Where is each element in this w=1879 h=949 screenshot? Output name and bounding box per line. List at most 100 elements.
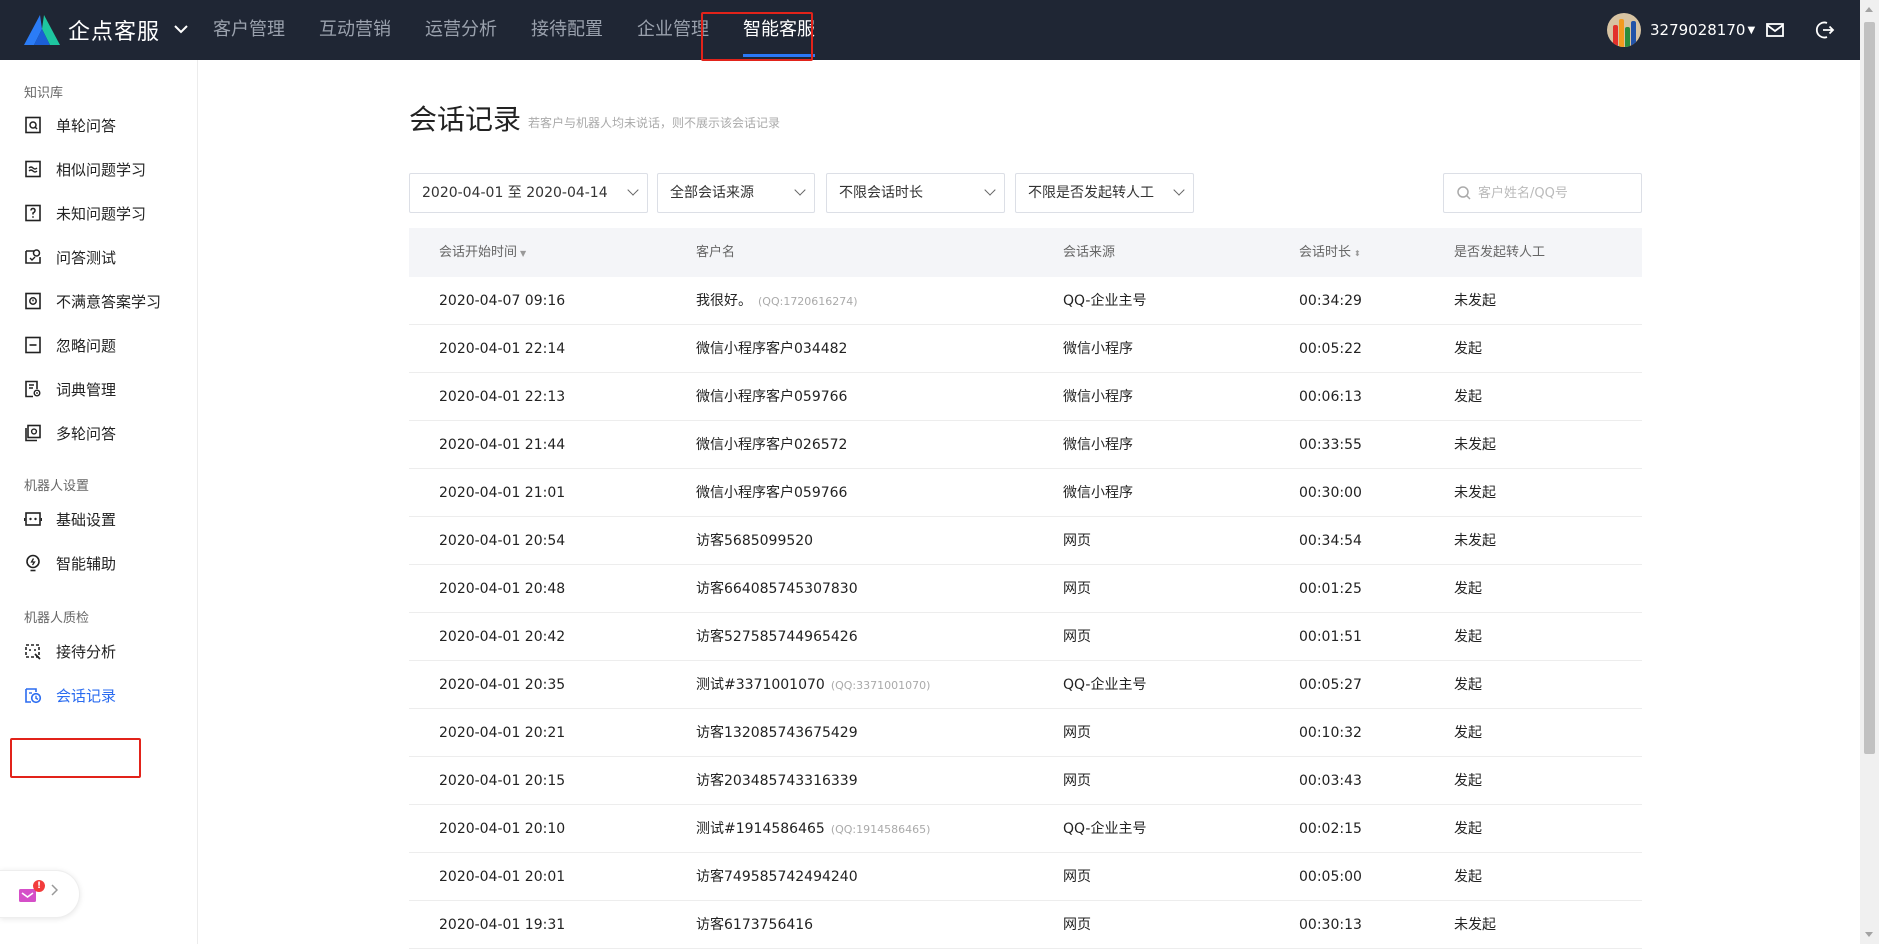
session-source: QQ-企业主号 bbox=[1063, 821, 1147, 837]
sidebar-item-unknown-questions[interactable]: 未知问题学习 bbox=[24, 199, 146, 227]
nav-customer-management[interactable]: 客户管理 bbox=[196, 0, 302, 60]
ignore-doc-icon bbox=[25, 336, 41, 354]
transfer-select[interactable]: 不限是否发起转人工 bbox=[1015, 173, 1194, 213]
sidebar-item-multi-turn-qa[interactable]: 多轮问答 bbox=[24, 419, 116, 447]
table-row[interactable]: 2020-04-01 21:01 微信小程序客户059766 微信小程序 00:30:… bbox=[409, 469, 1642, 517]
customer-qq: (QQ:1720616274) bbox=[758, 295, 858, 308]
customer-name-cell: 访客203485743316339 bbox=[696, 757, 858, 805]
transfer-select-value: 不限是否发起转人工 bbox=[1028, 185, 1154, 201]
lightbulb-icon bbox=[26, 554, 40, 572]
nav-marketing[interactable]: 互动营销 bbox=[302, 0, 408, 60]
nav-reception-config[interactable]: 接待配置 bbox=[514, 0, 620, 60]
sidebar-item-session-records[interactable]: 会话记录 bbox=[24, 681, 116, 709]
table-body: 2020-04-07 09:16 我很好。 (QQ:1720616274) QQ-企业… bbox=[409, 277, 1642, 949]
session-start-time: 2020-04-01 20:01 bbox=[439, 869, 566, 885]
customer-name-cell: 访客132085743675429 bbox=[696, 709, 858, 757]
chevron-down-icon bbox=[984, 184, 996, 196]
sidebar-item-label: 接待分析 bbox=[56, 642, 117, 661]
chevron-right-icon bbox=[50, 884, 59, 900]
table-row[interactable]: 2020-04-07 09:16 我很好。 (QQ:1720616274) QQ-企业… bbox=[409, 277, 1642, 325]
scrollbar-thumb[interactable] bbox=[1864, 22, 1875, 754]
table-row[interactable]: 2020-04-01 19:31 访客6173756416 网页 00:30:13 未发… bbox=[409, 901, 1642, 949]
page-subtitle: 若客户与机器人均未说话，则不展示该会话记录 bbox=[528, 116, 781, 130]
page-scrollbar[interactable] bbox=[1860, 0, 1879, 944]
sidebar-item-similar-questions[interactable]: 相似问题学习 bbox=[24, 155, 146, 183]
duration-select-value: 不限会话时长 bbox=[839, 185, 923, 201]
sidebar-item-basic-settings[interactable]: 基础设置 bbox=[24, 505, 116, 533]
customer-name: 访客6173756416 bbox=[696, 917, 814, 933]
scroll-up-icon[interactable] bbox=[1865, 7, 1873, 12]
table-row[interactable]: 2020-04-01 20:15 访客203485743316339 网页 00:03… bbox=[409, 757, 1642, 805]
sidebar-item-dictionary[interactable]: 词典管理 bbox=[24, 375, 116, 403]
session-source: 网页 bbox=[1063, 581, 1091, 597]
avatar bbox=[1607, 13, 1641, 47]
sidebar-item-label: 忽略问题 bbox=[56, 336, 117, 355]
column-start-time[interactable]: 会话开始时间 ▼ bbox=[439, 228, 526, 278]
customer-name-cell: 微信小程序客户026572 bbox=[696, 421, 847, 469]
session-duration: 00:34:29 bbox=[1299, 293, 1362, 309]
logout-icon[interactable] bbox=[1815, 20, 1835, 40]
mail-icon[interactable] bbox=[1765, 20, 1785, 40]
session-start-time: 2020-04-01 20:21 bbox=[439, 725, 566, 741]
session-start-time: 2020-04-01 19:31 bbox=[439, 917, 566, 933]
sidebar-item-single-qa[interactable]: 单轮问答 bbox=[24, 111, 116, 139]
table-row[interactable]: 2020-04-01 20:01 访客749585742494240 网页 00:05… bbox=[409, 853, 1642, 901]
customer-name: 访客749585742494240 bbox=[696, 869, 858, 885]
transfer-status: 发起 bbox=[1454, 629, 1482, 645]
session-start-time: 2020-04-01 20:48 bbox=[439, 581, 566, 597]
brand-logo[interactable]: 企点客服 bbox=[22, 12, 188, 48]
customer-name: 微信小程序客户059766 bbox=[696, 389, 848, 405]
customer-name: 微信小程序客户026572 bbox=[696, 437, 848, 453]
session-start-time: 2020-04-01 22:13 bbox=[439, 389, 566, 405]
sidebar-item-reception-analysis[interactable]: 接待分析 bbox=[24, 637, 116, 665]
table-row[interactable]: 2020-04-01 20:21 访客132085743675429 网页 00:10… bbox=[409, 709, 1642, 757]
table-row[interactable]: 2020-04-01 21:44 微信小程序客户026572 微信小程序 00:33:… bbox=[409, 421, 1642, 469]
session-duration: 00:10:32 bbox=[1299, 725, 1362, 741]
qa-doc-icon bbox=[25, 116, 41, 134]
table-row[interactable]: 2020-04-01 20:35 测试#3371001070 (QQ:3371001… bbox=[409, 661, 1642, 709]
nav-analytics[interactable]: 运营分析 bbox=[408, 0, 514, 60]
session-duration: 00:01:25 bbox=[1299, 581, 1362, 597]
customer-search[interactable] bbox=[1443, 173, 1642, 213]
source-select[interactable]: 全部会话来源 bbox=[657, 173, 815, 213]
session-start-time: 2020-04-01 21:44 bbox=[439, 437, 566, 453]
duration-select[interactable]: 不限会话时长 bbox=[826, 173, 1005, 213]
brand-logo-icon bbox=[24, 15, 60, 45]
scroll-down-icon[interactable] bbox=[1865, 932, 1873, 937]
session-start-time: 2020-04-01 20:10 bbox=[439, 821, 566, 837]
table-row[interactable]: 2020-04-01 20:10 测试#1914586465 (QQ:1914586… bbox=[409, 805, 1642, 853]
table-row[interactable]: 2020-04-01 22:13 微信小程序客户059766 微信小程序 00:06:… bbox=[409, 373, 1642, 421]
notification-widget[interactable]: ! bbox=[0, 870, 80, 918]
customer-name-cell: 微信小程序客户034482 bbox=[696, 325, 847, 373]
session-start-time: 2020-04-01 20:15 bbox=[439, 773, 566, 789]
session-source: 网页 bbox=[1063, 773, 1091, 789]
table-row[interactable]: 2020-04-01 22:14 微信小程序客户034482 微信小程序 00:05:… bbox=[409, 325, 1642, 373]
session-source: 微信小程序 bbox=[1063, 341, 1133, 357]
session-record-icon bbox=[25, 688, 42, 704]
session-source: 网页 bbox=[1063, 629, 1091, 645]
column-label: 是否发起转人工 bbox=[1454, 245, 1546, 260]
sidebar-item-unsatisfied-answers[interactable]: 不满意答案学习 bbox=[24, 287, 161, 315]
sidebar-item-label: 问答测试 bbox=[56, 248, 117, 267]
sort-desc-icon[interactable]: ▼ bbox=[520, 249, 526, 258]
session-duration: 00:30:13 bbox=[1299, 917, 1362, 933]
search-input[interactable] bbox=[1478, 182, 1633, 204]
sidebar-item-qa-test[interactable]: 问答测试 bbox=[24, 243, 116, 271]
table-row[interactable]: 2020-04-01 20:54 访客5685099520 网页 00:34:54 未发… bbox=[409, 517, 1642, 565]
sidebar-item-ignored-questions[interactable]: 忽略问题 bbox=[24, 331, 116, 359]
session-duration: 00:01:51 bbox=[1299, 629, 1362, 645]
transfer-status: 发起 bbox=[1454, 773, 1482, 789]
notification-badge: ! bbox=[33, 880, 45, 892]
column-duration[interactable]: 会话时长 ⬍ bbox=[1299, 228, 1361, 278]
table-row[interactable]: 2020-04-01 20:42 访客527585744965426 网页 00:01… bbox=[409, 613, 1642, 661]
customer-name: 微信小程序客户034482 bbox=[696, 341, 848, 357]
user-menu[interactable]: 3279028170 ▼ bbox=[1607, 12, 1755, 48]
chevron-down-icon[interactable] bbox=[174, 22, 188, 38]
sort-both-icon[interactable]: ⬍ bbox=[1354, 249, 1361, 258]
date-range-picker[interactable]: 2020-04-01 至 2020-04-14 bbox=[409, 173, 648, 213]
transfer-status: 未发起 bbox=[1454, 437, 1496, 453]
column-label: 会话开始时间 bbox=[439, 245, 518, 260]
sidebar-item-smart-assist[interactable]: 智能辅助 bbox=[24, 549, 116, 577]
customer-name-cell: 访客749585742494240 bbox=[696, 853, 858, 901]
table-row[interactable]: 2020-04-01 20:48 访客664085745307830 网页 00:01… bbox=[409, 565, 1642, 613]
